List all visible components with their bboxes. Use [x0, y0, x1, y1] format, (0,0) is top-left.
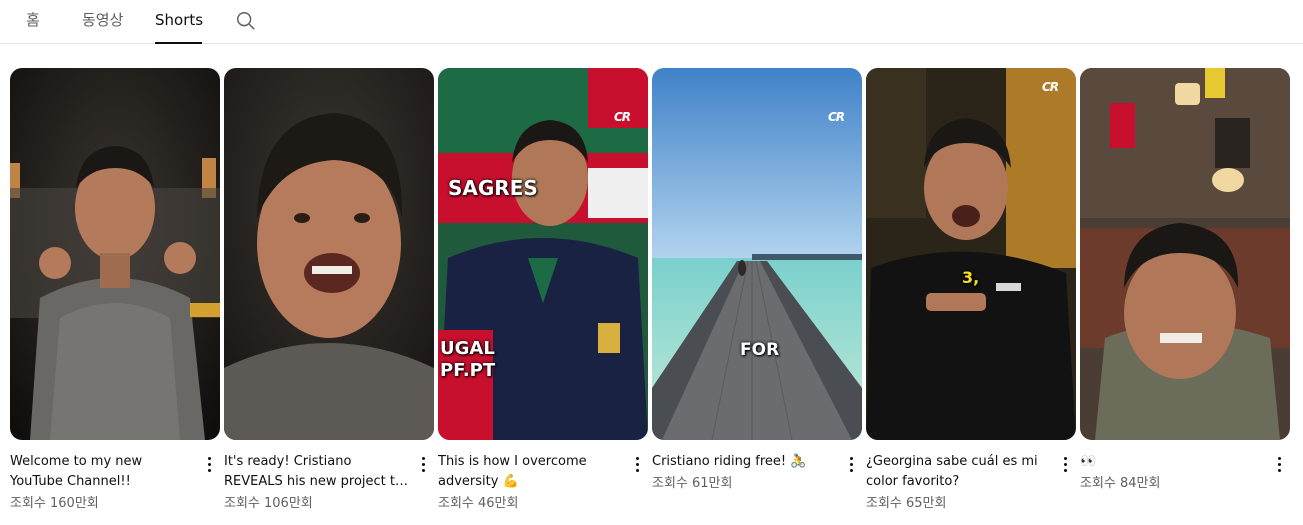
tab-home[interactable]: 홈	[26, 10, 40, 44]
short-thumbnail[interactable]	[224, 68, 434, 440]
short-title[interactable]: ¿Georgina sabe cuál es mi color favorito…	[866, 452, 1054, 492]
tab-shorts[interactable]: Shorts	[155, 10, 203, 44]
more-options-icon[interactable]	[846, 454, 858, 474]
short-views: 조회수 61만회	[652, 476, 733, 491]
short-thumbnail[interactable]: SAGRES UGAL PF.PT CR	[438, 68, 648, 440]
cr-logo-icon: CR	[613, 110, 631, 124]
more-options-icon[interactable]	[418, 454, 430, 474]
short-title[interactable]: 👀	[1080, 452, 1268, 472]
banner-text: UGAL	[440, 338, 495, 359]
cr-logo-icon: CR	[1041, 80, 1059, 94]
banner-text: PF.PT	[440, 360, 496, 381]
short-thumbnail[interactable]: FOR CR	[652, 68, 862, 440]
channel-tabs: 홈 동영상 Shorts	[0, 0, 1303, 44]
search-icon[interactable]	[235, 10, 257, 32]
short-views: 조회수 84만회	[1080, 476, 1161, 491]
short-views: 조회수 106만회	[224, 496, 313, 511]
tab-videos[interactable]: 동영상	[82, 10, 123, 44]
short-title[interactable]: Welcome to my new YouTube Channel!!	[10, 452, 198, 492]
short-thumbnail[interactable]	[1080, 68, 1290, 440]
short-views: 조회수 46만회	[438, 496, 519, 511]
short-thumbnail[interactable]	[10, 68, 220, 440]
more-options-icon[interactable]	[204, 454, 216, 474]
short-title[interactable]: It's ready! Cristiano REVEALS his new pr…	[224, 452, 412, 492]
short-views: 조회수 65만회	[866, 496, 947, 511]
short-title[interactable]: This is how I overcome adversity 💪	[438, 452, 626, 492]
more-options-icon[interactable]	[1274, 454, 1286, 474]
cr-logo-icon: CR	[827, 110, 845, 124]
caption-text: FOR	[740, 340, 780, 360]
caption-text: 3,	[962, 268, 980, 287]
more-options-icon[interactable]	[632, 454, 644, 474]
short-title[interactable]: Cristiano riding free! 🚴	[652, 452, 840, 472]
short-views: 조회수 160만회	[10, 496, 99, 511]
banner-text: SAGRES	[448, 176, 538, 200]
more-options-icon[interactable]	[1060, 454, 1072, 474]
short-thumbnail[interactable]: 3, CR	[866, 68, 1076, 440]
